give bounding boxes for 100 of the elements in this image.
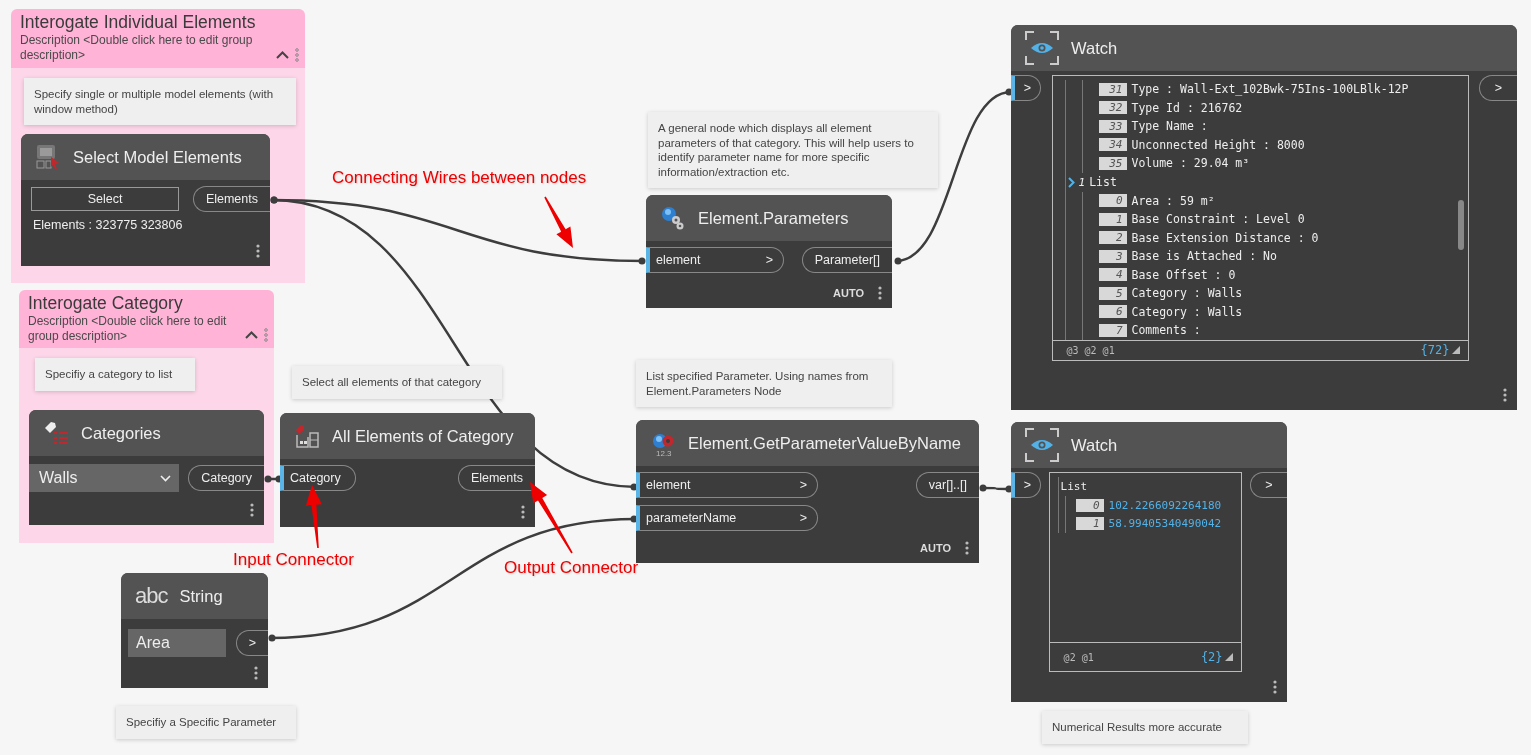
note: Specifiy a Specific Parameter	[116, 706, 296, 739]
tree-item-text: 102.2266092264180	[1108, 498, 1222, 512]
more-icon[interactable]	[254, 666, 258, 680]
output-port[interactable]: Elements	[457, 465, 535, 491]
tag-list-icon	[43, 421, 69, 445]
tree-item-text: 58.99405340490042	[1108, 517, 1222, 531]
index-badge: 0	[1075, 498, 1104, 512]
output-port[interactable]: var[]..[]	[915, 472, 979, 498]
tree-item-text: Base Offset : 0	[1131, 267, 1236, 282]
resize-icon[interactable]	[1224, 653, 1233, 661]
tree-item-text: Base Constraint : Level 0	[1131, 212, 1305, 227]
node-title: Element.Parameters	[698, 208, 849, 228]
list-levels: @3 @2 @1	[1066, 344, 1115, 356]
category-dropdown[interactable]: Walls	[29, 464, 179, 492]
tree-item-text: Base Extension Distance : 0	[1131, 230, 1319, 245]
index-badge: 32	[1098, 101, 1127, 115]
chevron-right-icon[interactable]	[1067, 176, 1075, 188]
index-badge: 6	[1098, 305, 1127, 319]
string-input-field[interactable]: Area	[128, 629, 226, 657]
node-title: String	[179, 586, 223, 606]
note: Specifiy a category to list	[35, 358, 195, 391]
output-port[interactable]: >	[1479, 75, 1517, 101]
more-icon[interactable]	[878, 286, 882, 300]
lacing-label: AUTO	[920, 542, 951, 554]
note: Specify single or multiple model elements (with window method)	[24, 78, 296, 125]
scrollbar[interactable]	[1457, 200, 1464, 250]
annotation-arrow	[544, 196, 573, 248]
index-badge: 31	[1098, 82, 1127, 96]
input-port[interactable]: parameterName >	[636, 505, 818, 531]
tree-item-text: Unconnected Height : 8000	[1131, 137, 1305, 152]
tree-item-text: Type Name :	[1131, 119, 1208, 134]
input-port[interactable]: >	[1011, 472, 1041, 498]
node-card[interactable]: Categories Walls Category	[29, 410, 264, 525]
tree-item-text: Volume : 29.04 m³	[1131, 156, 1250, 171]
node-title: Watch	[1071, 435, 1118, 455]
note: List specified Parameter. Using names from Element.Parameters Node	[636, 360, 892, 407]
group-title[interactable]: Interogate Individual Elements	[20, 12, 269, 33]
eye-icon	[1025, 31, 1059, 65]
index-badge: 3	[1098, 249, 1127, 263]
more-icon[interactable]	[521, 505, 525, 519]
watch-node[interactable]: Watch > List 0 102.2266092264180 1 58.99405340490042 @2 @1 {2} >	[1011, 422, 1287, 702]
index-badge: 0	[1098, 194, 1127, 208]
annotation-label: Input Connector	[233, 550, 354, 569]
output-port[interactable]: Parameter[]	[801, 247, 892, 273]
group-title[interactable]: Interogate Category	[28, 293, 238, 314]
node-card[interactable]: abc String Area >	[121, 573, 268, 688]
list-label: List	[1089, 175, 1117, 189]
list-index: 1	[1078, 175, 1086, 189]
input-port[interactable]: >	[1011, 75, 1041, 101]
lacing-label: AUTO	[833, 287, 864, 299]
item-count: {72}	[1420, 343, 1450, 358]
tree-item-text: Comments :	[1131, 323, 1201, 338]
list-label: List	[1060, 480, 1088, 493]
node-card[interactable]: All Elements of Category Category Elements	[280, 413, 535, 527]
note: Numerical Results more accurate	[1042, 711, 1248, 744]
input-port[interactable]: Category	[280, 465, 356, 491]
annotation-arrow	[305, 485, 322, 549]
item-count: {2}	[1200, 650, 1223, 664]
index-badge: 5	[1098, 286, 1127, 300]
watch-node[interactable]	[1011, 25, 1517, 410]
more-icon[interactable]	[1273, 680, 1277, 694]
list-levels: @2 @1	[1063, 651, 1094, 663]
input-port[interactable]: element >	[636, 472, 818, 498]
group-description[interactable]: Description <Double click here to edit group description>	[28, 314, 238, 344]
more-icon[interactable]	[1503, 388, 1507, 402]
more-icon[interactable]	[256, 244, 260, 258]
string-type-label: abc	[135, 583, 168, 609]
tree-item-text: Category : Walls	[1131, 304, 1243, 319]
node-card[interactable]: Select Model Elements Select Elements Elements : 323775 323806	[21, 134, 270, 266]
number-label: 12.3	[656, 449, 672, 458]
caret-icon[interactable]	[276, 51, 289, 59]
annotation-label: Output Connector	[504, 558, 639, 577]
more-icon[interactable]	[250, 503, 254, 517]
more-icon[interactable]	[965, 541, 969, 555]
selection-text: Elements : 323775 323806	[33, 218, 184, 232]
elements-icon	[294, 423, 320, 449]
output-port[interactable]: >	[1249, 472, 1287, 498]
node-title: Categories	[81, 423, 161, 443]
node-card[interactable]: Element.Parameters element > Parameter[] AUTO	[646, 195, 892, 308]
gears-icon	[660, 205, 686, 231]
node-card[interactable]: 12.3 Element.GetParameterValueByName element > parameterName > var[]..[] AUTO	[636, 420, 979, 563]
index-badge: 1	[1075, 517, 1104, 531]
resize-icon[interactable]	[1451, 346, 1460, 355]
output-port[interactable]: Elements	[192, 186, 270, 212]
output-port[interactable]: >	[235, 630, 268, 656]
output-port[interactable]: Category	[188, 465, 264, 491]
index-badge: 35	[1098, 156, 1127, 170]
tree-item-text: Category : Walls	[1131, 286, 1243, 301]
selection-icon	[35, 144, 61, 170]
select-button[interactable]: Select	[31, 187, 179, 211]
group-description[interactable]: Description <Double click here to edit group description>	[20, 33, 269, 63]
chevron-down-icon	[160, 474, 171, 482]
node-title: Element.GetParameterValueByName	[688, 433, 961, 453]
note: Select all elements of that category	[292, 366, 502, 399]
tree-item-text: Base is Attached : No	[1131, 249, 1277, 264]
tree-item-text: Area : 59 m²	[1131, 193, 1215, 208]
input-port[interactable]: element >	[646, 247, 784, 273]
caret-icon[interactable]	[245, 331, 258, 339]
index-badge: 1	[1098, 212, 1127, 226]
index-badge: 4	[1098, 268, 1127, 282]
